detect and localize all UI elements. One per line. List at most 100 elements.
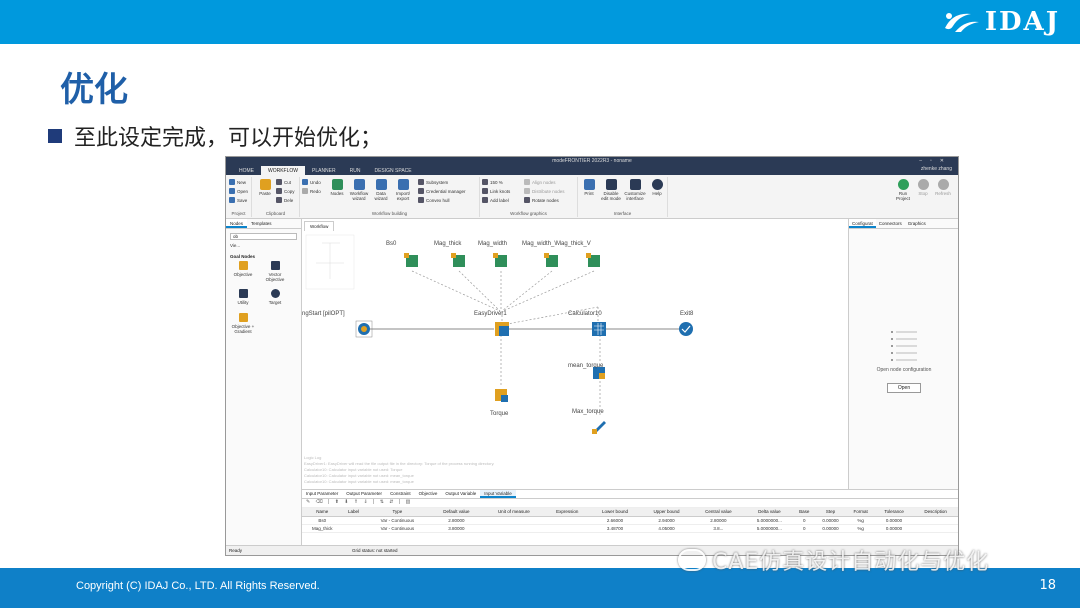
node-mag-thick[interactable] xyxy=(451,253,465,267)
print-button[interactable]: Print xyxy=(578,179,600,196)
column-header[interactable]: Delta value xyxy=(744,508,795,517)
paste-button[interactable]: Paste xyxy=(254,179,276,196)
data-wizard-button[interactable]: Data wizard xyxy=(370,179,392,201)
table-cell[interactable]: %g xyxy=(846,524,875,533)
minimap[interactable] xyxy=(305,234,355,290)
column-header[interactable]: Lower bound xyxy=(589,508,641,517)
goal-nodes-group[interactable]: Goal Nodes xyxy=(230,254,297,259)
column-header[interactable]: Description xyxy=(913,508,958,517)
table-cell[interactable]: Var - Continuous xyxy=(364,516,431,525)
table-cell[interactable]: 5.0000000... xyxy=(744,516,795,525)
column-header[interactable]: Unit of measure xyxy=(482,508,546,517)
distribute-nodes-button[interactable]: Distribute nodes xyxy=(524,188,565,194)
rotate-nodes-button[interactable]: Rotate nodes xyxy=(524,197,559,203)
table-cell[interactable]: 3.8... xyxy=(692,524,745,533)
column-header[interactable]: Central value xyxy=(692,508,745,517)
delete-button[interactable]: Dele xyxy=(276,197,293,203)
table-cell[interactable]: 2.94000 xyxy=(640,516,693,525)
table-cell[interactable]: 0.00000 xyxy=(874,524,914,533)
table-cell[interactable]: 0.00000 xyxy=(814,524,847,533)
workflow-wizard-button[interactable]: Workflow wizard xyxy=(348,179,370,201)
table-cell[interactable]: 4.05000 xyxy=(640,524,693,533)
view-filter[interactable]: Vie... xyxy=(230,243,297,248)
tab-objective[interactable]: Objective xyxy=(415,490,442,498)
help-button[interactable]: Help xyxy=(646,179,668,196)
redo-button[interactable]: Redo xyxy=(302,188,321,194)
save-button[interactable]: Save xyxy=(229,197,247,203)
tab-input-variable[interactable]: Input Variable xyxy=(480,490,516,498)
tab-planner[interactable]: PLANNER xyxy=(305,166,343,175)
tab-configuration[interactable]: Configurat xyxy=(849,219,876,228)
tab-connectors[interactable]: Connectors xyxy=(876,219,905,228)
table-cell[interactable] xyxy=(913,524,958,533)
tab-templates[interactable]: Templates xyxy=(247,219,276,228)
table-cell[interactable] xyxy=(482,516,546,525)
column-header[interactable]: Default value xyxy=(430,508,483,517)
node-utility[interactable]: Utility xyxy=(228,289,258,305)
column-header[interactable]: Step xyxy=(814,508,847,517)
tab-run[interactable]: RUN xyxy=(343,166,368,175)
column-header[interactable]: Type xyxy=(364,508,431,517)
undo-button[interactable]: Undo xyxy=(302,179,321,185)
table-cell[interactable]: Bs0 xyxy=(302,516,343,525)
table-cell[interactable]: 2.80000 xyxy=(692,516,745,525)
table-cell[interactable]: 3.48700 xyxy=(589,524,641,533)
zoom-control[interactable]: 150 % xyxy=(482,179,503,185)
import-export-button[interactable]: Import/ export xyxy=(392,179,414,201)
node-torque[interactable] xyxy=(495,389,508,402)
table-cell[interactable] xyxy=(545,516,590,525)
node-bs0[interactable] xyxy=(404,253,418,267)
node-mag-v[interactable] xyxy=(586,253,600,267)
tab-output-variable[interactable]: Output Variable xyxy=(441,490,480,498)
node-objective-gradient[interactable]: Objective + Gradient xyxy=(228,313,258,334)
nodes-button[interactable]: Nodes xyxy=(326,179,348,196)
table-cell[interactable] xyxy=(342,516,365,525)
node-objective[interactable]: Objective xyxy=(228,261,258,277)
column-header[interactable]: Base xyxy=(794,508,815,517)
open-button[interactable]: Open xyxy=(229,188,248,194)
table-cell[interactable]: Mag_thick xyxy=(302,524,343,533)
table-cell[interactable]: 0.00000 xyxy=(874,516,914,525)
run-project-button[interactable]: Run Project xyxy=(892,179,914,201)
node-mag-wt[interactable] xyxy=(544,253,558,267)
table-cell[interactable]: %g xyxy=(846,516,875,525)
column-header[interactable]: Expression xyxy=(545,508,590,517)
link-knots-button[interactable]: Link knots xyxy=(482,188,510,194)
table-cell[interactable]: 0 xyxy=(794,516,815,525)
column-header[interactable]: Name xyxy=(302,508,343,517)
tab-graphics[interactable]: Graphics xyxy=(905,219,929,228)
node-max-torque[interactable] xyxy=(592,421,606,434)
table-row[interactable]: Bs0 Var - Continuous 2.80000 2.66000 2.94000… xyxy=(302,516,958,525)
user-name[interactable]: zhenke zhang xyxy=(921,166,952,172)
copy-button[interactable]: Copy xyxy=(276,188,295,194)
node-calculator[interactable] xyxy=(592,322,606,336)
table-cell[interactable]: 2.66000 xyxy=(589,516,641,525)
new-button[interactable]: New xyxy=(229,179,246,185)
table-cell[interactable]: 2.80000 xyxy=(430,516,483,525)
subsystem-button[interactable]: Subsystem xyxy=(418,179,448,185)
customize-interface-button[interactable]: Customize interface xyxy=(624,179,646,201)
refresh-button[interactable]: Refresh xyxy=(932,179,954,196)
table-cell[interactable] xyxy=(342,524,365,533)
tab-home[interactable]: HOME xyxy=(232,166,261,175)
column-header[interactable]: Label xyxy=(342,508,365,517)
table-toolbar[interactable]: ✎ ⌫ | ⬆ ⬇ ⇑ ⇓ | ⇅ ⇵ | ▥ xyxy=(302,499,958,508)
table-row[interactable]: Mag_thick Var - Continuous 3.80000 3.48700 4… xyxy=(302,524,958,533)
column-header[interactable]: Tolerance xyxy=(874,508,914,517)
stop-button[interactable]: Stop xyxy=(912,179,934,196)
node-search-input[interactable]: ob xyxy=(230,233,297,240)
node-easydriver[interactable] xyxy=(495,322,509,336)
table-cell[interactable]: 5.0000000... xyxy=(744,524,795,533)
tab-design-space[interactable]: DESIGN SPACE xyxy=(367,166,418,175)
table-cell[interactable]: 0.00000 xyxy=(814,516,847,525)
align-nodes-button[interactable]: Align nodes xyxy=(524,179,556,185)
node-mag-width[interactable] xyxy=(493,253,507,267)
tab-workflow[interactable]: WORKFLOW xyxy=(261,166,305,175)
column-header[interactable]: Format xyxy=(846,508,875,517)
disable-edit-mode-button[interactable]: Disable edit mode xyxy=(600,179,622,201)
tab-nodes[interactable]: Nodes xyxy=(226,219,248,228)
tab-constraint[interactable]: Constraint xyxy=(386,490,415,498)
open-configuration-button[interactable]: Open xyxy=(887,383,921,393)
tab-input-parameter[interactable]: Input Parameter xyxy=(302,490,342,498)
node-start[interactable] xyxy=(355,320,373,338)
